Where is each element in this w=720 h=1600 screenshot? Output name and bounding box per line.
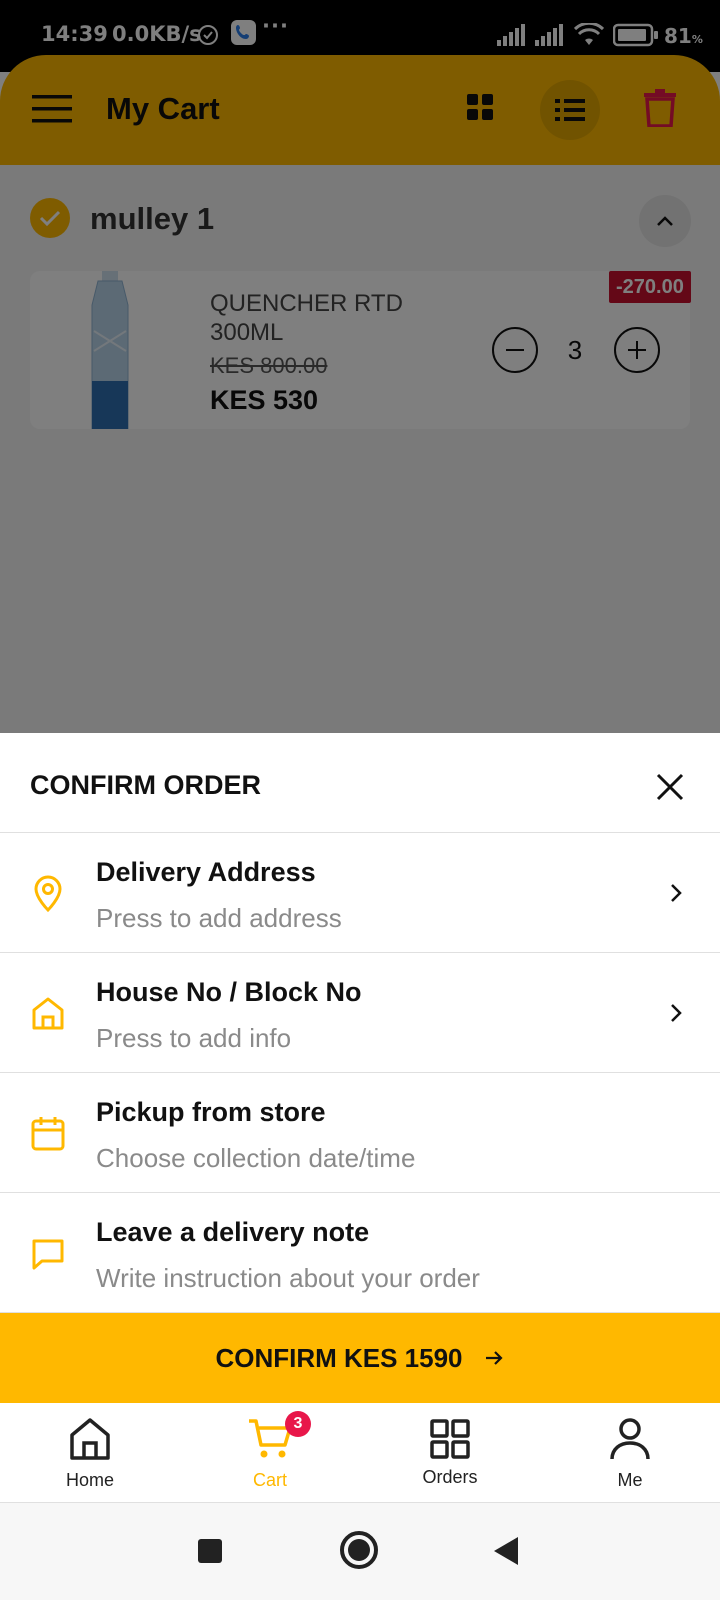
option-title: House No / Block No bbox=[96, 977, 362, 1007]
sheet-title: CONFIRM ORDER bbox=[30, 770, 261, 800]
option-title: Delivery Address bbox=[96, 857, 316, 887]
nav-item-home[interactable]: Home bbox=[25, 1403, 155, 1503]
house-icon bbox=[32, 997, 64, 1030]
home-icon bbox=[70, 1418, 110, 1460]
nav-item-me[interactable]: Me bbox=[565, 1403, 695, 1503]
arrow-right-icon bbox=[485, 1351, 503, 1365]
chevron-right-icon bbox=[671, 1004, 682, 1022]
delivery-note-option[interactable]: Leave a delivery note Write instruction … bbox=[0, 1193, 720, 1313]
cart-count-badge: 3 bbox=[285, 1411, 311, 1437]
confirm-button-label: CONFIRM KES 1590 bbox=[215, 1342, 463, 1373]
calendar-icon bbox=[31, 1117, 65, 1151]
back-system-button[interactable] bbox=[494, 1537, 518, 1565]
location-pin-icon bbox=[34, 875, 62, 913]
sheet-header: CONFIRM ORDER bbox=[0, 733, 720, 833]
nav-label: Orders bbox=[422, 1467, 478, 1487]
nav-label: Cart bbox=[252, 1470, 287, 1490]
confirm-order-sheet: CONFIRM ORDER Delivery Address Press to … bbox=[0, 733, 720, 1403]
nav-item-cart[interactable]: 3 Cart bbox=[205, 1403, 335, 1503]
modal-backdrop[interactable] bbox=[0, 0, 720, 733]
house-number-option[interactable]: House No / Block No Press to add info bbox=[0, 953, 720, 1073]
person-icon bbox=[610, 1418, 650, 1460]
option-subtitle: Write instruction about your order bbox=[96, 1263, 480, 1293]
option-title: Pickup from store bbox=[96, 1097, 326, 1127]
option-title: Leave a delivery note bbox=[96, 1217, 370, 1247]
delivery-address-option[interactable]: Delivery Address Press to add address bbox=[0, 833, 720, 953]
chevron-right-icon bbox=[671, 884, 682, 902]
recent-apps-button[interactable] bbox=[198, 1539, 222, 1563]
chat-bubble-icon bbox=[32, 1239, 64, 1270]
option-subtitle: Choose collection date/time bbox=[96, 1143, 416, 1173]
option-subtitle: Press to add info bbox=[96, 1023, 292, 1053]
nav-label: Home bbox=[65, 1470, 114, 1490]
option-subtitle: Press to add address bbox=[96, 903, 342, 933]
pickup-from-store-option[interactable]: Pickup from store Choose collection date… bbox=[0, 1073, 720, 1193]
nav-label: Me bbox=[617, 1470, 643, 1490]
bottom-navigation: Home 3 Cart Orders Me bbox=[0, 1403, 720, 1503]
system-navigation-bar bbox=[0, 1503, 720, 1600]
grid-icon bbox=[430, 1419, 470, 1459]
nav-item-orders[interactable]: Orders bbox=[385, 1403, 515, 1503]
confirm-order-button[interactable]: CONFIRM KES 1590 bbox=[0, 1313, 720, 1403]
close-icon[interactable] bbox=[650, 767, 690, 807]
home-system-button[interactable] bbox=[340, 1531, 378, 1569]
